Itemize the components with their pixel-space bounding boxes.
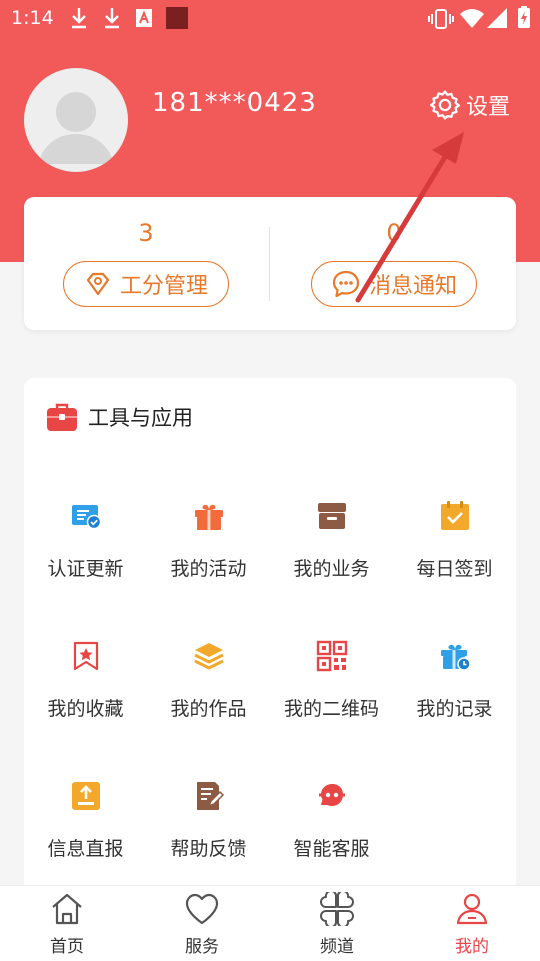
app-notification-icon xyxy=(136,9,152,27)
tab-label: 首页 xyxy=(50,937,84,957)
status-time: 1:14 xyxy=(11,7,54,29)
settings-label: 设置 xyxy=(466,95,511,120)
wifi-icon xyxy=(460,9,484,28)
tools-header: 工具与应用 xyxy=(46,402,193,432)
archive-box-icon xyxy=(317,503,346,529)
points-management-label: 工分管理 xyxy=(119,274,208,299)
tool-label: 信息直报 xyxy=(47,838,124,860)
tool-my-business[interactable]: 我的业务 xyxy=(270,500,393,581)
download-icon xyxy=(105,8,119,29)
default-avatar-icon xyxy=(38,92,114,164)
stats-divider xyxy=(269,227,270,301)
tab-label: 我的 xyxy=(455,937,489,957)
tool-label: 我的作品 xyxy=(170,698,247,720)
status-bar: 1:14 xyxy=(0,0,540,38)
tool-certification-update[interactable]: 认证更新 xyxy=(24,500,147,581)
avatar[interactable] xyxy=(24,68,128,172)
tools-card: 工具与应用 认证更新 我的活动 我的业务 每日签到 我的收藏 我的作品 我的二维… xyxy=(24,378,516,898)
tool-daily-checkin[interactable]: 每日签到 xyxy=(393,500,516,581)
chat-bubble-icon xyxy=(332,270,360,298)
tool-info-report[interactable]: 信息直报 xyxy=(24,780,147,861)
tab-channels[interactable]: 频道 xyxy=(282,889,392,957)
bookmark-star-icon xyxy=(73,641,98,671)
tool-label: 我的活动 xyxy=(170,558,247,580)
qr-code-icon xyxy=(316,640,347,672)
tab-home[interactable]: 首页 xyxy=(12,892,122,957)
edit-document-icon xyxy=(196,782,224,810)
notification-thumbnail-icon xyxy=(166,7,188,29)
tool-label: 智能客服 xyxy=(293,838,370,860)
tool-label: 认证更新 xyxy=(47,558,124,580)
points-count: 3 xyxy=(138,219,154,247)
tool-label: 每日签到 xyxy=(416,558,493,580)
tab-label: 频道 xyxy=(320,937,354,957)
gear-icon xyxy=(429,90,461,120)
tool-my-favorites[interactable]: 我的收藏 xyxy=(24,640,147,721)
bottom-tab-bar: 首页 服务 频道 我的 xyxy=(0,885,540,961)
diamond-icon xyxy=(86,272,110,296)
message-notification-label: 消息通知 xyxy=(368,274,457,299)
tool-label: 我的收藏 xyxy=(47,698,124,720)
settings-button[interactable]: 设置 xyxy=(428,86,510,124)
layers-icon xyxy=(193,643,224,670)
calendar-check-icon xyxy=(440,501,469,530)
tool-help-feedback[interactable]: 帮助反馈 xyxy=(147,780,270,861)
gift-clock-icon xyxy=(440,644,471,671)
vibrate-icon xyxy=(428,9,454,29)
battery-icon xyxy=(518,6,530,28)
gift-icon xyxy=(194,504,223,530)
robot-icon xyxy=(318,784,345,806)
upload-icon xyxy=(71,782,100,810)
tool-my-qr-code[interactable]: 我的二维码 xyxy=(270,640,393,721)
certificate-icon xyxy=(71,505,101,530)
person-icon xyxy=(456,893,488,925)
tool-label: 我的记录 xyxy=(416,698,493,720)
points-management-button[interactable]: 工分管理 xyxy=(63,261,229,307)
message-count: 0 xyxy=(386,219,402,247)
tool-label: 我的二维码 xyxy=(283,698,379,720)
stats-card: 3 工分管理 0 消息通知 xyxy=(24,197,516,330)
tool-smart-service[interactable]: 智能客服 xyxy=(270,780,393,861)
message-notification-button[interactable]: 消息通知 xyxy=(311,261,477,307)
tool-label: 我的业务 xyxy=(293,558,370,580)
download-icon xyxy=(72,8,86,29)
channel-grid-icon xyxy=(320,889,354,929)
tool-label: 帮助反馈 xyxy=(170,838,247,860)
tab-label: 服务 xyxy=(185,937,219,957)
home-icon xyxy=(52,893,82,925)
heart-icon xyxy=(185,893,219,925)
tool-my-works[interactable]: 我的作品 xyxy=(147,640,270,721)
tab-mine[interactable]: 我的 xyxy=(417,892,527,957)
tab-services[interactable]: 服务 xyxy=(147,892,257,957)
tools-title: 工具与应用 xyxy=(88,406,193,430)
tool-my-records[interactable]: 我的记录 xyxy=(393,640,516,721)
signal-icon xyxy=(487,8,507,28)
tool-my-activities[interactable]: 我的活动 xyxy=(147,500,270,581)
user-phone: 181***0423 xyxy=(152,88,317,118)
briefcase-icon xyxy=(47,403,77,431)
